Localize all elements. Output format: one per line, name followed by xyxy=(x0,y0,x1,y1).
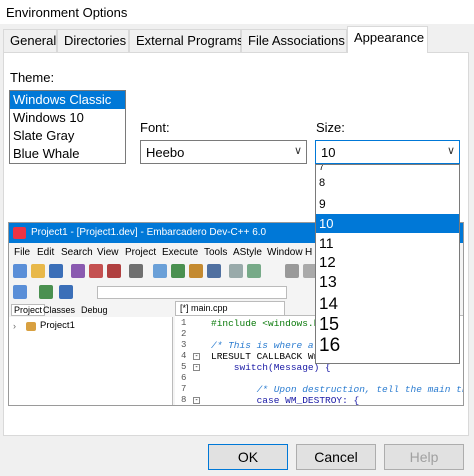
size-option-11[interactable]: 11 xyxy=(316,233,459,253)
size-option-16[interactable]: 16 xyxy=(316,335,459,355)
project-save-icon xyxy=(59,285,73,299)
tab-strip: General Directories External Programs Fi… xyxy=(0,26,474,53)
tab-general[interactable]: General xyxy=(3,29,57,52)
theme-label: Theme: xyxy=(10,70,55,85)
line-number: 3 xyxy=(181,340,187,350)
rebuild-icon xyxy=(207,264,221,278)
line-number: 2 xyxy=(181,329,187,339)
preview-menu-view: View xyxy=(97,247,119,258)
size-label: Size: xyxy=(316,120,345,135)
ok-button[interactable]: OK xyxy=(208,444,288,470)
size-select[interactable]: 10 ∨ xyxy=(315,140,460,164)
size-option-13[interactable]: 13 xyxy=(316,273,459,293)
preview-menu-file: File xyxy=(14,247,31,258)
line-number: 4 xyxy=(181,351,187,361)
preview-menu-tools: Tools xyxy=(204,247,228,258)
preview-title: Project1 - [Project1.dev] - Embarcadero … xyxy=(31,227,267,238)
font-label: Font: xyxy=(140,120,170,135)
preview-menu-window: Window xyxy=(267,247,303,258)
line-number: 1 xyxy=(181,318,187,328)
fold-toggle-icon: - xyxy=(193,397,200,404)
compile-icon xyxy=(153,264,167,278)
new-project-icon xyxy=(13,285,27,299)
preview-editor-tab: [*] main.cpp xyxy=(175,301,285,315)
code-line: case WM_DESTROY: { xyxy=(211,395,360,406)
new-file-icon xyxy=(13,264,27,278)
preview-menu-search: Search xyxy=(61,247,93,258)
preview-tab-project: Project xyxy=(11,304,46,316)
preview-left-tabs: Project Classes Debug xyxy=(9,303,169,317)
tab-file-associations[interactable]: File Associations xyxy=(241,29,347,52)
code-line: #include <windows.h> xyxy=(211,318,326,329)
theme-option-blue-whale[interactable]: Blue Whale xyxy=(10,145,125,163)
profile-icon xyxy=(247,264,261,278)
preview-project-tree: › Project1 xyxy=(9,317,173,405)
preview-tab-classes: Classes xyxy=(43,305,76,315)
chevron-down-icon: ∨ xyxy=(446,145,455,157)
window-title: Environment Options xyxy=(6,5,128,20)
line-number: 5 xyxy=(181,362,187,372)
code-line: /* This is where al xyxy=(211,340,320,351)
size-option-14[interactable]: 14 xyxy=(316,293,459,314)
line-number: 6 xyxy=(181,373,187,383)
size-select-value: 10 xyxy=(321,145,336,160)
tab-external-programs[interactable]: External Programs xyxy=(129,29,244,52)
chevron-right-icon: › xyxy=(13,321,16,331)
preview-menu-edit: Edit xyxy=(37,247,55,258)
preview-menu-astyle: AStyle xyxy=(233,247,262,258)
preview-menu-execute: Execute xyxy=(162,247,199,258)
debug-icon xyxy=(229,264,243,278)
size-option-12[interactable]: 12 xyxy=(316,253,459,273)
size-option-15[interactable]: 15 xyxy=(316,314,459,335)
theme-listbox[interactable]: Windows Classic Windows 10 Slate Gray Bl… xyxy=(9,90,126,164)
title-bar: Environment Options xyxy=(0,0,474,24)
preview-tab-debug: Debug xyxy=(81,305,108,315)
size-option-9[interactable]: 9 xyxy=(316,194,459,214)
line-number: 8 xyxy=(181,395,187,405)
close-all-icon xyxy=(107,264,121,278)
preview-menu-help: H xyxy=(305,247,313,258)
cancel-button[interactable]: Cancel xyxy=(296,444,376,470)
size-option-10[interactable]: 10 xyxy=(316,214,459,233)
size-dropdown-list[interactable]: 7 8 9 10 11 12 13 14 15 16 xyxy=(315,164,460,364)
font-select-value: Heebo xyxy=(146,145,185,160)
fold-toggle-icon: - xyxy=(193,353,200,360)
preview-compiler-select xyxy=(97,286,287,299)
close-file-icon xyxy=(89,264,103,278)
chevron-down-icon: ∨ xyxy=(293,145,302,157)
tab-directories[interactable]: Directories xyxy=(57,29,129,52)
project-icon xyxy=(26,322,36,331)
code-line: /* Upon destruction, tell the main threa… xyxy=(256,384,463,395)
tab-appearance[interactable]: Appearance xyxy=(347,26,428,53)
theme-option-slate-gray[interactable]: Slate Gray xyxy=(10,127,125,145)
line-number: 7 xyxy=(181,384,187,394)
help-button: Help xyxy=(384,444,464,470)
print-icon xyxy=(129,264,143,278)
compile-run-icon xyxy=(189,264,203,278)
size-option-7[interactable]: 7 xyxy=(316,165,459,173)
theme-option-windows-classic[interactable]: Windows Classic xyxy=(10,91,125,109)
theme-option-windows-10[interactable]: Windows 10 xyxy=(10,109,125,127)
preview-tree-item: Project1 xyxy=(40,320,75,331)
fold-toggle-icon: - xyxy=(193,364,200,371)
save-icon xyxy=(49,264,63,278)
size-option-8[interactable]: 8 xyxy=(316,173,459,194)
preview-menu-project: Project xyxy=(125,247,157,258)
run-icon xyxy=(171,264,185,278)
undo-icon xyxy=(285,264,299,278)
open-folder-icon xyxy=(31,264,45,278)
add-file-icon xyxy=(39,285,53,299)
save-all-icon xyxy=(71,264,85,278)
code-line: switch(Message) { xyxy=(211,362,331,373)
font-select[interactable]: Heebo ∨ xyxy=(140,140,307,164)
app-icon xyxy=(13,227,26,239)
